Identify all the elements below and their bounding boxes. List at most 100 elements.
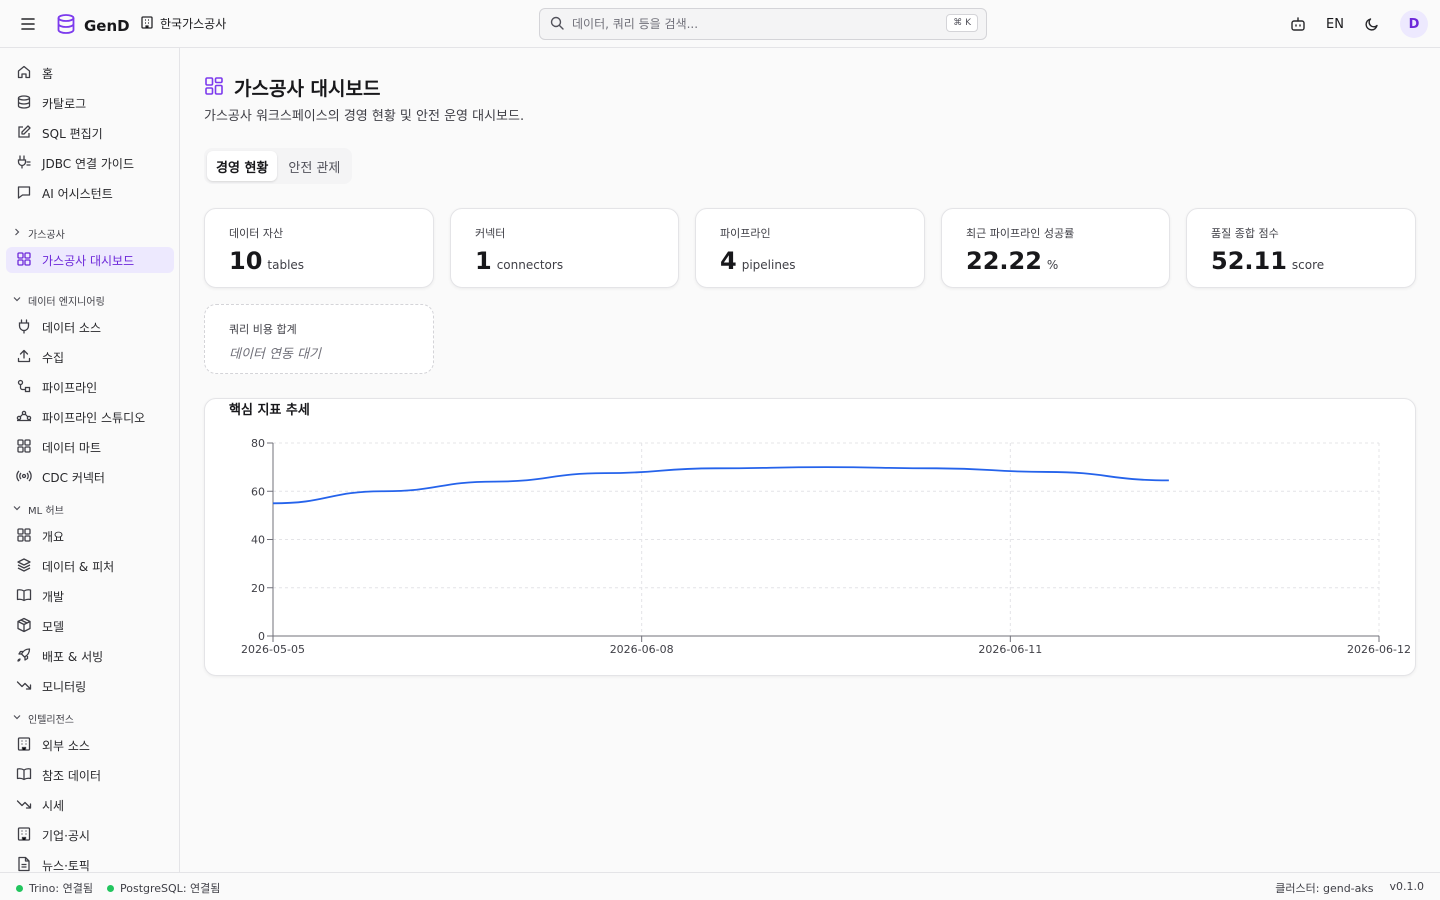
section-gas[interactable]: 가스공사: [12, 225, 65, 241]
grid-icon: [16, 438, 32, 457]
building-icon: [16, 736, 32, 755]
sidebar-item-sql-editor[interactable]: SQL 편집기: [6, 120, 174, 146]
sidebar-item-overview[interactable]: 개요: [6, 523, 174, 549]
pending-status: 데이터 연동 대기: [229, 347, 321, 362]
sidebar-item-market-price[interactable]: 시세: [6, 792, 174, 818]
sidebar-item-home[interactable]: 홈: [6, 60, 174, 86]
chevron-down-icon: [12, 712, 22, 725]
sidebar-item-label: AI 어시스턴트: [42, 186, 113, 201]
page-title: 가스공사 대시보드: [234, 78, 381, 100]
search-bar[interactable]: ⌘ K: [539, 8, 987, 40]
workspace-selector[interactable]: 한국가스공사: [140, 15, 226, 32]
workspace-name: 한국가스공사: [160, 17, 227, 31]
trino-status: Trino: 연결됨: [16, 880, 93, 896]
card-value: 10: [229, 247, 263, 275]
edit-icon: [16, 124, 32, 143]
sidebar-item-data-source[interactable]: 데이터 소스: [6, 314, 174, 340]
section-intelligence[interactable]: 인텔리전스: [12, 710, 74, 726]
postgres-status: PostgreSQL: 연결됨: [107, 880, 220, 896]
book-icon: [16, 587, 32, 606]
sidebar-item-data-feature[interactable]: 데이터 & 피처: [6, 553, 174, 579]
workflow-icon: [16, 408, 32, 427]
sidebar-item-model[interactable]: 모델: [6, 613, 174, 639]
menu-icon[interactable]: [18, 14, 38, 34]
app-logo[interactable]: GenD: [56, 13, 130, 39]
chat-icon: [16, 184, 32, 203]
sidebar-item-label: 데이터 & 피처: [42, 559, 115, 574]
card-value: 1: [475, 247, 492, 275]
top-header: GenD 한국가스공사 ⌘ K EN D: [0, 0, 1440, 48]
grid-icon: [16, 527, 32, 546]
sidebar-item-label: 파이프라인: [42, 380, 98, 395]
stat-card-query-cost: 쿼리 비용 합계 데이터 연동 대기: [204, 304, 434, 374]
sidebar-item-gas-dashboard[interactable]: 가스공사 대시보드: [6, 247, 174, 273]
sidebar-item-pipeline[interactable]: 파이프라인: [6, 374, 174, 400]
y-tick-label: 40: [251, 534, 265, 547]
sidebar-item-ingest[interactable]: 수집: [6, 344, 174, 370]
card-label: 커넥터: [475, 227, 506, 240]
building-icon: [16, 826, 32, 845]
tab-safety-control[interactable]: 안전 관제: [279, 151, 349, 181]
sidebar-item-data-mart[interactable]: 데이터 마트: [6, 434, 174, 460]
postgres-status-label: PostgreSQL: 연결됨: [120, 882, 221, 895]
card-label: 데이터 자산: [229, 227, 284, 240]
sidebar-item-label: 시세: [42, 798, 65, 813]
sidebar-item-label: 개발: [42, 589, 65, 604]
sidebar-item-cdc[interactable]: CDC 커넥터: [6, 464, 174, 490]
sidebar-item-label: CDC 커넥터: [42, 470, 105, 485]
sidebar-item-external-source[interactable]: 외부 소스: [6, 732, 174, 758]
sidebar-item-catalog[interactable]: 카탈로그: [6, 90, 174, 116]
card-unit: tables: [267, 258, 305, 272]
grid-icon: [16, 251, 32, 270]
section-label: ML 허브: [28, 505, 64, 517]
y-tick-label: 80: [251, 437, 265, 450]
radio-icon: [16, 468, 32, 487]
layers-icon: [16, 557, 32, 576]
sidebar-item-monitoring[interactable]: 모니터링: [6, 673, 174, 699]
card-label: 쿼리 비용 합계: [229, 323, 297, 336]
section-label: 인텔리전스: [28, 714, 74, 726]
search-input[interactable]: [572, 17, 932, 31]
trend-chart-card: 핵심 지표 추세 0 20 40 60 80 2026-05-05 2026-06-08 20…: [204, 398, 1416, 676]
shortcut-badge: ⌘ K: [946, 14, 978, 32]
sidebar-item-corporate-disclosure[interactable]: 기업·공시: [6, 822, 174, 848]
document-icon: [16, 856, 32, 873]
bot-icon[interactable]: [1288, 14, 1308, 34]
sidebar-item-label: 개요: [42, 529, 65, 544]
tab-business-status[interactable]: 경영 현황: [207, 151, 278, 181]
sidebar-item-label: 데이터 마트: [42, 440, 102, 455]
sidebar-item-label: 모니터링: [42, 679, 87, 694]
sidebar-item-reference-data[interactable]: 참조 데이터: [6, 762, 174, 788]
section-ml-hub[interactable]: ML 허브: [12, 501, 64, 517]
rocket-icon: [16, 647, 32, 666]
sidebar-item-jdbc[interactable]: JDBC 연결 가이드: [6, 150, 174, 176]
database-icon: [16, 94, 32, 113]
status-dot: [16, 884, 23, 892]
moon-icon[interactable]: [1362, 14, 1382, 34]
section-data-engineering[interactable]: 데이터 엔지니어링: [12, 292, 105, 308]
grid-icon: [204, 76, 224, 100]
section-label: 가스공사: [28, 229, 65, 241]
sidebar-item-label: 기업·공시: [42, 828, 90, 843]
sidebar-item-news-topic[interactable]: 뉴스·토픽: [6, 852, 174, 872]
language-toggle[interactable]: EN: [1326, 17, 1344, 32]
sidebar-item-label: 뉴스·토픽: [42, 858, 90, 873]
sidebar-item-pipeline-studio[interactable]: 파이프라인 스튜디오: [6, 404, 174, 430]
card-unit: score: [1291, 258, 1325, 272]
sidebar-item-label: 파이프라인 스튜디오: [42, 410, 146, 425]
x-tick-label: 2026-06-12: [1347, 643, 1411, 656]
x-tick-label: 2026-06-11: [978, 643, 1042, 656]
book-icon: [16, 766, 32, 785]
database-logo-icon: [56, 13, 76, 39]
section-label: 데이터 엔지니어링: [28, 296, 105, 308]
status-dot: [107, 884, 114, 892]
sidebar-item-deploy[interactable]: 배포 & 서빙: [6, 643, 174, 669]
sidebar-item-ai-assistant[interactable]: AI 어시스턴트: [6, 180, 174, 206]
sidebar-item-label: 홈: [42, 66, 54, 81]
sidebar-item-label: 가스공사 대시보드: [42, 253, 135, 268]
app-name: GenD: [84, 17, 130, 35]
card-value: 52.11: [1211, 247, 1287, 275]
main-content: 가스공사 대시보드 가스공사 워크스페이스의 경영 현황 및 안전 운영 대시보…: [180, 48, 1440, 872]
sidebar-item-develop[interactable]: 개발: [6, 583, 174, 609]
user-avatar[interactable]: D: [1400, 10, 1428, 38]
